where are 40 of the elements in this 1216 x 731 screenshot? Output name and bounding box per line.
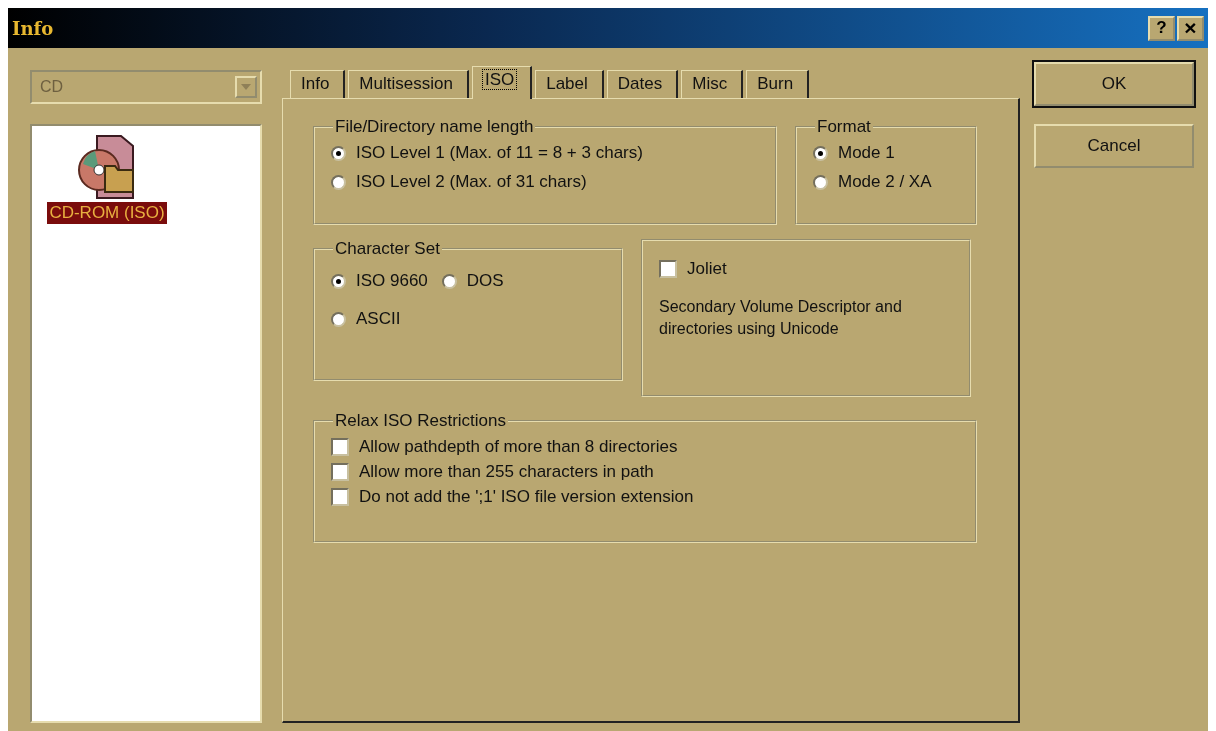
radio-button[interactable] xyxy=(331,145,346,161)
tab[interactable]: Label xyxy=(535,70,604,98)
radio-button[interactable] xyxy=(331,311,346,327)
cancel-button[interactable]: Cancel xyxy=(1034,124,1194,168)
close-button[interactable]: × xyxy=(1177,15,1204,41)
radio-button[interactable] xyxy=(813,174,828,190)
checkbox-label: Allow pathdepth of more than 8 directories xyxy=(359,437,678,457)
checkbox[interactable] xyxy=(331,488,349,506)
checkbox[interactable] xyxy=(659,260,677,278)
option-label: Mode 1 xyxy=(838,143,895,163)
option-label: DOS xyxy=(466,271,504,291)
list-item[interactable]: CD-ROM (ISO) xyxy=(47,202,167,224)
help-button[interactable]: ? xyxy=(1148,15,1175,41)
radio-button[interactable] xyxy=(813,145,828,161)
group-title: Format xyxy=(816,117,872,137)
checkbox-label: Do not add the ';1' ISO file version extension xyxy=(359,487,694,507)
tab[interactable]: Info xyxy=(290,70,346,98)
checkbox-label: Joliet xyxy=(687,259,727,279)
tab[interactable]: Burn xyxy=(746,70,810,98)
option-label: Mode 2 / XA xyxy=(838,172,932,192)
radio-button[interactable] xyxy=(441,273,457,289)
tab[interactable]: Dates xyxy=(606,70,679,98)
option-label: ISO Level 2 (Max. of 31 chars) xyxy=(356,172,587,192)
checkbox[interactable] xyxy=(331,463,349,481)
description-text: Secondary Volume Descriptor and directories using Unicode xyxy=(659,297,903,339)
group-title: Relax ISO Restrictions xyxy=(334,411,507,431)
option-label: ISO 9660 xyxy=(356,271,428,291)
tab[interactable]: Multisession xyxy=(348,70,469,98)
ok-button[interactable]: OK xyxy=(1034,62,1194,106)
group-title: File/Directory name length xyxy=(334,117,535,137)
checkbox[interactable] xyxy=(331,438,349,456)
window-title: Info xyxy=(12,17,54,39)
tab[interactable]: ISO xyxy=(471,66,533,99)
option-label: ISO Level 1 (Max. of 11 = 8 + 3 chars) xyxy=(356,143,643,163)
checkbox-label: Allow more than 255 characters in path xyxy=(359,462,654,482)
option-label: ASCII xyxy=(356,309,401,329)
group-title: Character Set xyxy=(334,239,441,259)
radio-button[interactable] xyxy=(331,273,346,289)
radio-button[interactable] xyxy=(331,174,346,190)
tab[interactable]: Misc xyxy=(681,70,744,98)
